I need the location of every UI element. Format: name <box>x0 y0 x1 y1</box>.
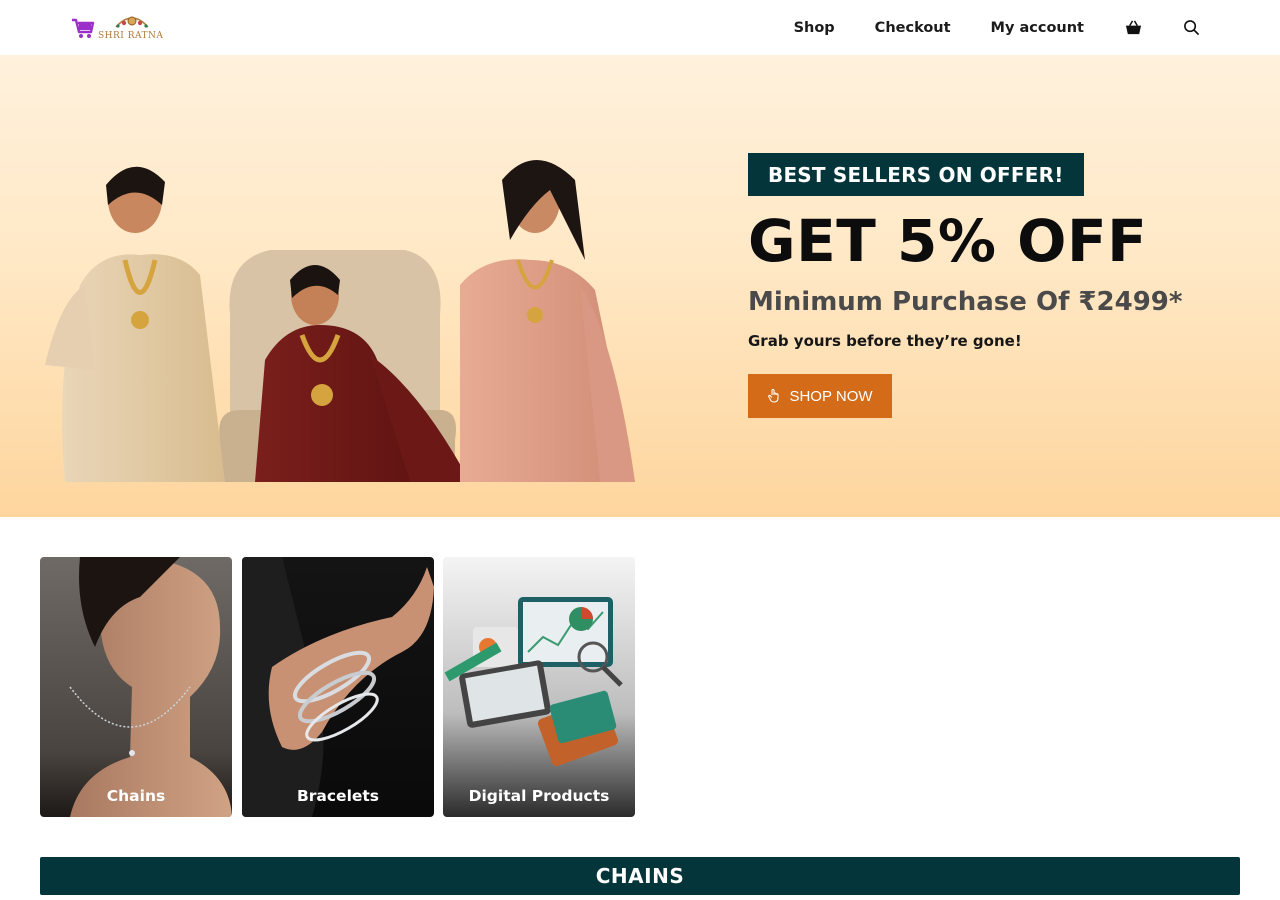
jewel-emblem-icon <box>115 16 149 28</box>
main-nav: Shop Checkout My account <box>754 0 1200 55</box>
site-logo[interactable]: SHRI RATNA <box>70 12 170 44</box>
basket-icon[interactable] <box>1124 19 1142 37</box>
section-title-chains: CHAINS <box>40 857 1240 895</box>
pointer-hand-icon <box>768 389 780 403</box>
nav-checkout[interactable]: Checkout <box>875 20 951 36</box>
site-header: SHRI RATNA Shop Checkout My account <box>0 0 1280 55</box>
offer-tagline: Grab yours before they’re gone! <box>748 332 1022 350</box>
search-icon[interactable] <box>1182 19 1200 37</box>
category-card-digital-products[interactable]: Digital Products <box>443 557 635 817</box>
shop-now-button[interactable]: SHOP NOW <box>748 374 892 418</box>
logo-text: SHRI RATNA <box>98 31 164 41</box>
category-card-chains[interactable]: Chains <box>40 557 232 817</box>
category-card-bracelets[interactable]: Bracelets <box>242 557 434 817</box>
category-label-bracelets: Bracelets <box>296 787 380 805</box>
offer-subheadline: Minimum Purchase Of ₹2499* <box>748 287 1183 317</box>
nav-my-account[interactable]: My account <box>991 20 1084 36</box>
shop-now-label: SHOP NOW <box>789 387 873 405</box>
offer-headline: GET 5% OFF <box>748 207 1148 275</box>
digital-products-category-image <box>443 557 635 817</box>
offer-badge: BEST SELLERS ON OFFER! <box>748 153 1084 196</box>
chains-category-image <box>40 557 232 817</box>
bracelets-category-image <box>242 557 434 817</box>
nav-shop[interactable]: Shop <box>794 20 835 36</box>
cart-logo-icon <box>72 18 95 38</box>
category-label-chains: Chains <box>106 787 166 805</box>
hero-models-image <box>45 160 635 482</box>
category-label-digital-products: Digital Products <box>468 787 610 805</box>
hero-banner: BEST SELLERS ON OFFER! GET 5% OFF Minimu… <box>0 55 1280 517</box>
